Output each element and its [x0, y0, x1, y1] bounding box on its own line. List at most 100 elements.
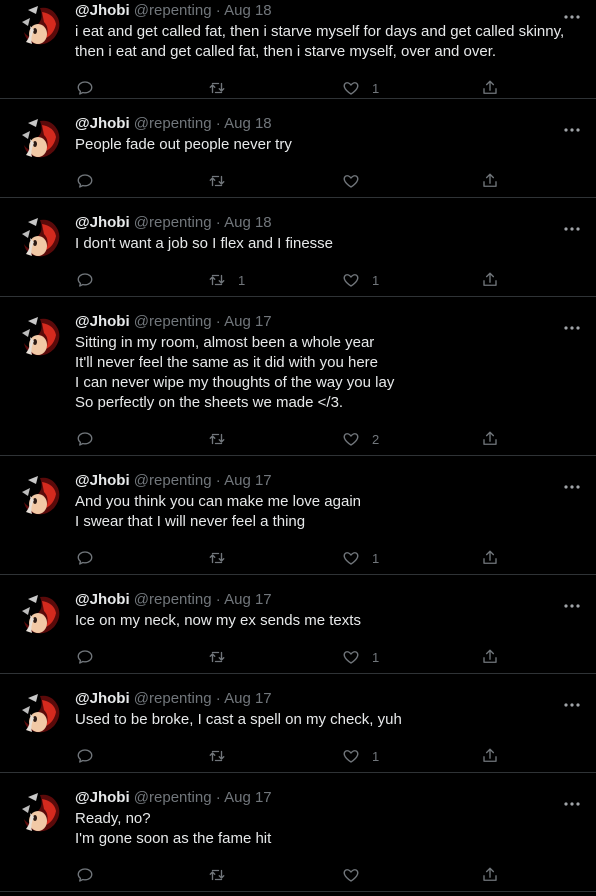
- tweet-text-line: I'm gone soon as the fame hit: [75, 830, 272, 847]
- tweet-date[interactable]: Aug 17: [224, 313, 272, 330]
- author-name[interactable]: @Jhobi: [75, 115, 130, 132]
- author-handle[interactable]: @repenting: [134, 789, 212, 806]
- tweet-actions: 11: [0, 269, 596, 291]
- more-options-icon[interactable]: [562, 597, 582, 608]
- tweet-date[interactable]: Aug 18: [224, 2, 272, 19]
- avatar[interactable]: [18, 216, 64, 260]
- reply-icon: [76, 549, 94, 567]
- author-name[interactable]: @Jhobi: [75, 313, 130, 330]
- share-button[interactable]: [481, 547, 499, 569]
- tweet-text-line: People fade out people never try: [75, 136, 292, 153]
- tweet-header: @Jhobi @repenting · Aug 17: [75, 689, 272, 709]
- avatar[interactable]: [18, 117, 64, 161]
- retweet-button[interactable]: [208, 77, 238, 99]
- author-name[interactable]: @Jhobi: [75, 591, 130, 608]
- tweet-actions: 1: [0, 77, 596, 99]
- like-button[interactable]: 1: [342, 269, 379, 291]
- like-button[interactable]: 2: [342, 428, 379, 450]
- retweet-button[interactable]: [208, 547, 238, 569]
- like-button[interactable]: 1: [342, 745, 379, 767]
- more-options-icon[interactable]: [562, 795, 582, 806]
- avatar[interactable]: [18, 4, 64, 48]
- retweet-button[interactable]: [208, 646, 238, 668]
- tweet[interactable]: @Jhobi @repenting · Aug 17 Ready, no? I'm …: [0, 773, 596, 892]
- reply-button[interactable]: [76, 745, 94, 767]
- tweet-header: @Jhobi @repenting · Aug 17: [75, 590, 272, 610]
- retweet-button[interactable]: [208, 428, 238, 450]
- share-button[interactable]: [481, 428, 499, 450]
- author-handle[interactable]: @repenting: [134, 313, 212, 330]
- like-button[interactable]: [342, 864, 372, 886]
- share-button[interactable]: [481, 646, 499, 668]
- reply-button[interactable]: [76, 547, 94, 569]
- more-options-icon[interactable]: [562, 696, 582, 707]
- author-handle[interactable]: @repenting: [134, 690, 212, 707]
- avatar[interactable]: [18, 791, 64, 835]
- share-icon: [481, 747, 499, 765]
- like-button[interactable]: 1: [342, 547, 379, 569]
- tweet-actions: [0, 864, 596, 886]
- author-name[interactable]: @Jhobi: [75, 690, 130, 707]
- like-button[interactable]: 1: [342, 646, 379, 668]
- retweet-icon: [208, 648, 226, 666]
- separator-dot: ·: [215, 591, 221, 608]
- tweet-date[interactable]: Aug 17: [224, 690, 272, 707]
- retweet-count: 1: [238, 272, 246, 288]
- avatar[interactable]: [18, 474, 64, 518]
- share-button[interactable]: [481, 864, 499, 886]
- tweet-date[interactable]: Aug 17: [224, 591, 272, 608]
- reply-button[interactable]: [76, 646, 94, 668]
- like-button[interactable]: 1: [342, 77, 379, 99]
- avatar[interactable]: [18, 692, 64, 736]
- share-button[interactable]: [481, 170, 499, 192]
- author-handle[interactable]: @repenting: [134, 115, 212, 132]
- reply-button[interactable]: [76, 170, 94, 192]
- retweet-button[interactable]: [208, 745, 238, 767]
- tweet-date[interactable]: Aug 17: [224, 472, 272, 489]
- avatar[interactable]: [18, 593, 64, 637]
- author-name[interactable]: @Jhobi: [75, 214, 130, 231]
- tweet-actions: 1: [0, 646, 596, 668]
- more-options-icon[interactable]: [562, 220, 582, 231]
- author-handle[interactable]: @repenting: [134, 2, 212, 19]
- reply-icon: [76, 172, 94, 190]
- tweet[interactable]: @Jhobi @repenting · Aug 17 Sitting in my …: [0, 297, 596, 456]
- reply-button[interactable]: [76, 77, 94, 99]
- tweet[interactable]: @Jhobi @repenting · Aug 18 People fade ou…: [0, 99, 596, 198]
- tweet[interactable]: @Jhobi @repenting · Aug 18 I don't want a…: [0, 198, 596, 297]
- tweet-date[interactable]: Aug 18: [224, 214, 272, 231]
- reply-icon: [76, 430, 94, 448]
- share-button[interactable]: [481, 77, 499, 99]
- tweet-date[interactable]: Aug 18: [224, 115, 272, 132]
- like-button[interactable]: [342, 170, 372, 192]
- tweet[interactable]: @Jhobi @repenting · Aug 18 i eat and get …: [0, 0, 596, 99]
- reply-button[interactable]: [76, 269, 94, 291]
- retweet-icon: [208, 747, 226, 765]
- retweet-button[interactable]: [208, 170, 238, 192]
- retweet-button[interactable]: [208, 864, 238, 886]
- author-handle[interactable]: @repenting: [134, 472, 212, 489]
- author-handle[interactable]: @repenting: [134, 214, 212, 231]
- avatar[interactable]: [18, 315, 64, 359]
- tweet[interactable]: @Jhobi @repenting · Aug 17 Used to be bro…: [0, 674, 596, 773]
- reply-button[interactable]: [76, 864, 94, 886]
- retweet-button[interactable]: 1: [208, 269, 245, 291]
- share-button[interactable]: [481, 745, 499, 767]
- reply-button[interactable]: [76, 428, 94, 450]
- tweet[interactable]: @Jhobi @repenting · Aug 17 And you think …: [0, 456, 596, 575]
- reply-icon: [76, 79, 94, 97]
- separator-dot: ·: [215, 789, 221, 806]
- author-name[interactable]: @Jhobi: [75, 472, 130, 489]
- author-handle[interactable]: @repenting: [134, 591, 212, 608]
- tweet[interactable]: @Jhobi @repenting · Aug 17 Ice on my neck…: [0, 575, 596, 674]
- more-options-icon[interactable]: [562, 319, 582, 330]
- more-options-icon[interactable]: [562, 8, 582, 19]
- more-options-icon[interactable]: [562, 121, 582, 132]
- author-name[interactable]: @Jhobi: [75, 2, 130, 19]
- author-name[interactable]: @Jhobi: [75, 789, 130, 806]
- tweet-header: @Jhobi @repenting · Aug 17: [75, 312, 272, 332]
- tweet-date[interactable]: Aug 17: [224, 789, 272, 806]
- share-icon: [481, 866, 499, 884]
- more-options-icon[interactable]: [562, 478, 582, 489]
- share-button[interactable]: [481, 269, 499, 291]
